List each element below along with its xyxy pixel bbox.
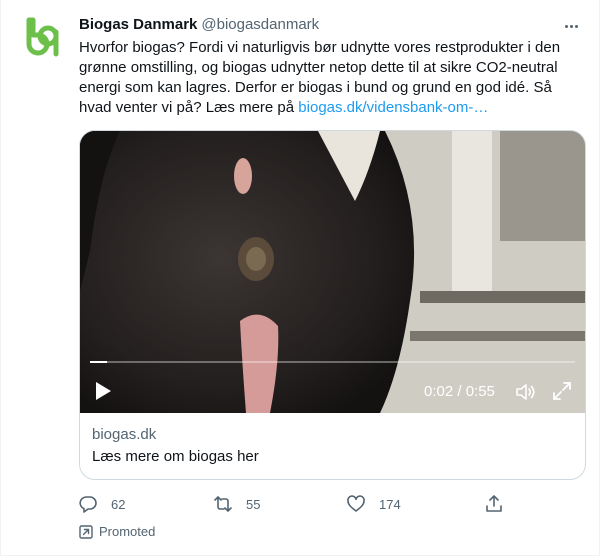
like-button[interactable]: 174 <box>347 492 401 516</box>
like-count: 174 <box>379 496 401 512</box>
reply-count: 62 <box>111 496 126 512</box>
share-button[interactable] <box>485 492 503 516</box>
avatar[interactable] <box>17 14 65 62</box>
share-icon <box>486 495 502 512</box>
promoted-label: Promoted <box>79 524 155 539</box>
reply-icon <box>79 496 97 513</box>
promoted-text: Promoted <box>99 524 156 539</box>
tweet-footer: 62 55 174 Promoted <box>79 0 519 556</box>
more-icon[interactable] <box>559 16 583 36</box>
fullscreen-icon[interactable] <box>552 381 572 401</box>
biogas-logo-icon <box>26 17 59 57</box>
action-bar: 62 55 174 <box>79 492 519 516</box>
tweet[interactable]: Biogas Danmark @biogasdanmark Hvorfor bi… <box>0 0 600 556</box>
reply-button[interactable]: 62 <box>79 492 125 516</box>
retweet-count: 55 <box>246 496 261 512</box>
like-icon <box>347 495 365 512</box>
retweet-button[interactable]: 55 <box>214 492 260 516</box>
retweet-icon <box>214 496 232 512</box>
promoted-icon <box>79 524 93 539</box>
